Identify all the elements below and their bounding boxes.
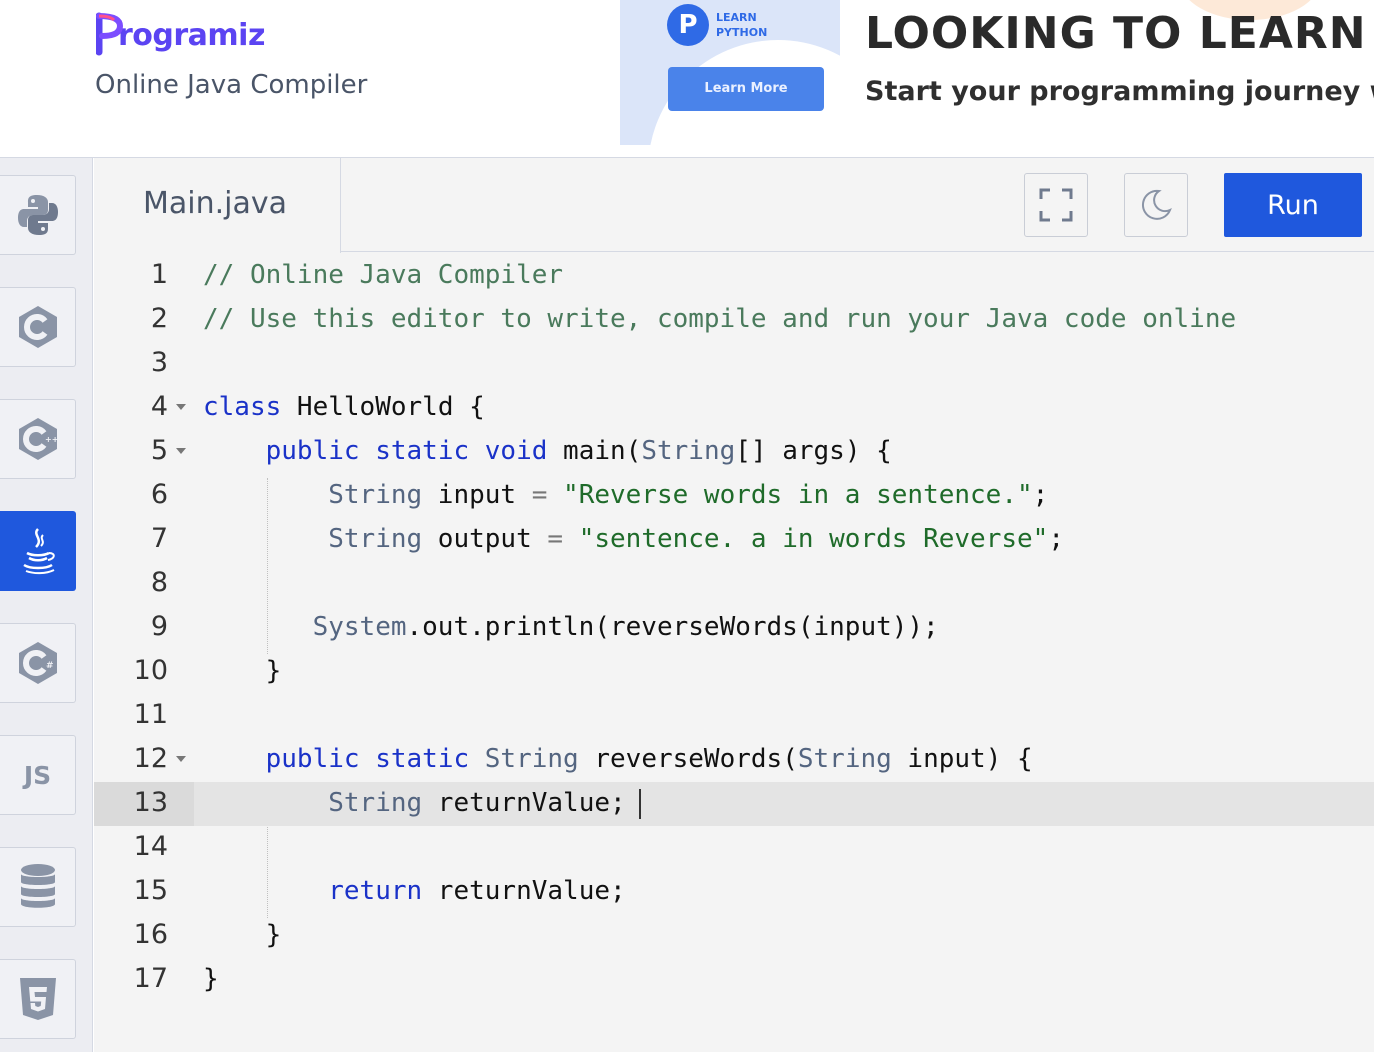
code-text: String input = "Reverse words in a sente… [328, 480, 1049, 510]
code-line: 17 } [94, 958, 1374, 1002]
code-text: } [203, 656, 282, 686]
code-text: System.out.println(reverseWords(input)); [312, 612, 939, 642]
line-number: 14 [133, 831, 168, 862]
line-number: 6 [150, 479, 168, 510]
ad-subline: Start your programming journey wi [865, 76, 1374, 107]
code-text: public static void main(String[] args) { [265, 436, 892, 466]
editor-tabbar: Main.java Run [94, 158, 1374, 253]
line-number: 16 [133, 919, 168, 950]
ad-learn-label: LEARN PYTHON [716, 10, 796, 40]
code-line: 16 } [94, 914, 1374, 958]
code-line: 6 String input = "Reverse words in a sen… [94, 474, 1374, 518]
sidebar-item-c[interactable] [0, 287, 76, 367]
code-text: } [203, 964, 219, 994]
theme-toggle-button[interactable] [1124, 173, 1188, 237]
code-text: } [203, 920, 282, 950]
tab-main-java[interactable]: Main.java [94, 158, 341, 253]
line-number: 8 [150, 567, 168, 598]
svg-text:++: ++ [45, 435, 58, 444]
ad-learn-line1: LEARN [716, 11, 757, 24]
line-number: 4 [150, 391, 168, 422]
page-subtitle: Online Java Compiler [95, 70, 368, 100]
sidebar-item-csharp[interactable]: # [0, 623, 76, 703]
sidebar-item-java[interactable] [0, 511, 76, 591]
code-line: 10 } [94, 650, 1374, 694]
python-icon [17, 195, 58, 235]
line-number: 1 [150, 259, 168, 290]
code-line: 4 class HelloWorld { [94, 386, 1374, 430]
fold-arrow-icon[interactable] [176, 404, 186, 410]
logo-mark-icon [95, 10, 124, 56]
line-number: 13 [133, 787, 168, 818]
line-number: 15 [133, 875, 168, 906]
code-text: String output = "sentence. a in words Re… [328, 524, 1064, 554]
line-number: 5 [150, 435, 168, 466]
code-text: // Use this editor to write, compile and… [203, 304, 1237, 334]
code-text: class HelloWorld { [203, 392, 485, 422]
programiz-logo[interactable]: rogramiz [95, 8, 265, 56]
cpp-icon: ++ [18, 418, 58, 460]
line-number: 2 [150, 303, 168, 334]
editor-panel: Main.java Run 1 // Online Java Compiler … [94, 158, 1374, 1052]
line-number: 17 [133, 963, 168, 994]
code-line: 8 [94, 562, 1374, 606]
tab-label: Main.java [143, 186, 288, 221]
sidebar-item-html[interactable] [0, 959, 76, 1039]
line-number: 10 [133, 655, 168, 686]
code-line: 7 String output = "sentence. a in words … [94, 518, 1374, 562]
code-line: 11 [94, 694, 1374, 738]
code-text: // Online Java Compiler [203, 260, 564, 290]
svg-text:#: # [46, 661, 54, 671]
language-sidebar: ++ # JS [0, 158, 93, 1052]
java-icon [22, 528, 55, 575]
sidebar-item-sql[interactable] [0, 847, 76, 927]
line-number: 11 [133, 699, 168, 730]
ad-banner[interactable]: P LEARN PYTHON Learn More LOOKING TO LEA… [620, 0, 1374, 145]
ad-learn-line2: PYTHON [716, 26, 768, 39]
line-number: 12 [133, 743, 168, 774]
code-line: 3 [94, 342, 1374, 386]
code-editor[interactable]: 1 // Online Java Compiler 2 // Use this … [94, 254, 1374, 1052]
c-icon [18, 306, 57, 348]
database-icon [20, 864, 55, 908]
code-line: 2 // Use this editor to write, compile a… [94, 298, 1374, 342]
js-icon: JS [23, 760, 52, 790]
html5-icon [19, 978, 56, 1020]
code-text: return returnValue; [328, 876, 626, 906]
code-line: 1 // Online Java Compiler [94, 254, 1374, 298]
text-cursor [639, 789, 641, 819]
fold-arrow-icon[interactable] [176, 756, 186, 762]
ad-headline: LOOKING TO LEARN [865, 8, 1367, 59]
run-button[interactable]: Run [1224, 173, 1362, 237]
logo-text: rogramiz [118, 18, 265, 53]
ad-left-panel: P LEARN PYTHON Learn More [620, 0, 908, 145]
fold-arrow-icon[interactable] [176, 448, 186, 454]
site-header: rogramiz Online Java Compiler P LEARN PY… [0, 0, 1374, 158]
code-text: String returnValue; [328, 788, 626, 818]
line-number: 3 [150, 347, 168, 378]
code-line: 9 System.out.println(reverseWords(input)… [94, 606, 1374, 650]
code-line: 5 public static void main(String[] args)… [94, 430, 1374, 474]
code-line: 12 public static String reverseWords(Str… [94, 738, 1374, 782]
code-text: public static String reverseWords(String… [265, 744, 1033, 774]
sidebar-item-python[interactable] [0, 175, 76, 255]
sidebar-item-cpp[interactable]: ++ [0, 399, 76, 479]
sidebar-item-js[interactable]: JS [0, 735, 76, 815]
code-line-active: 13 String returnValue; [94, 782, 1374, 826]
moon-icon [1141, 189, 1172, 220]
fullscreen-icon [1039, 188, 1073, 222]
csharp-icon: # [18, 642, 57, 684]
code-line: 15 return returnValue; [94, 870, 1374, 914]
ad-learn-more-button[interactable]: Learn More [668, 67, 824, 111]
line-number: 9 [150, 611, 168, 642]
code-line: 14 [94, 826, 1374, 870]
ad-badge-icon: P [667, 4, 709, 46]
fullscreen-button[interactable] [1024, 173, 1088, 237]
line-number: 7 [150, 523, 168, 554]
